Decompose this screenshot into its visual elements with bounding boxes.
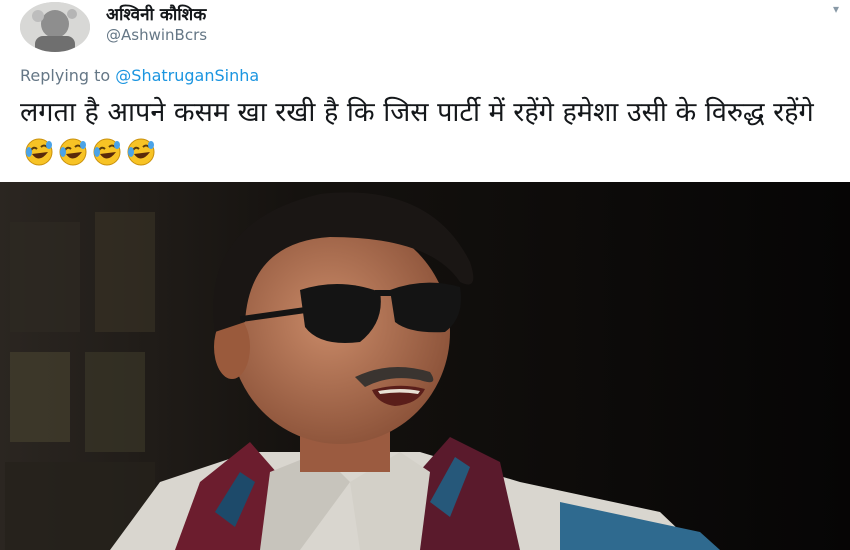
author-name[interactable]: अश्विनी कौशिक	[106, 2, 206, 25]
laughing-emoji-icon	[25, 138, 53, 166]
replying-to-label: Replying to	[20, 66, 111, 85]
replying-to: Replying to @ShatruganSinha	[20, 66, 259, 85]
mention-link[interactable]: @ShatruganSinha	[115, 66, 259, 85]
tweet-body: लगता है आपने कसम खा रखी है कि जिस पार्टी…	[20, 97, 814, 128]
laughing-emoji-icon	[59, 138, 87, 166]
laughing-emoji-icon	[127, 138, 155, 166]
tweet-text: लगता है आपने कसम खा रखी है कि जिस पार्टी…	[20, 94, 830, 171]
author-handle[interactable]: @AshwinBcrs	[106, 26, 207, 44]
tweet-photo[interactable]	[0, 182, 850, 550]
tweet-header: अश्विनी कौशिक @AshwinBcrs ▾ Replying to …	[0, 0, 850, 182]
laughing-emoji-icon	[93, 138, 121, 166]
chevron-down-icon[interactable]: ▾	[828, 2, 844, 16]
emoji-group	[20, 133, 156, 171]
avatar[interactable]	[20, 2, 90, 52]
